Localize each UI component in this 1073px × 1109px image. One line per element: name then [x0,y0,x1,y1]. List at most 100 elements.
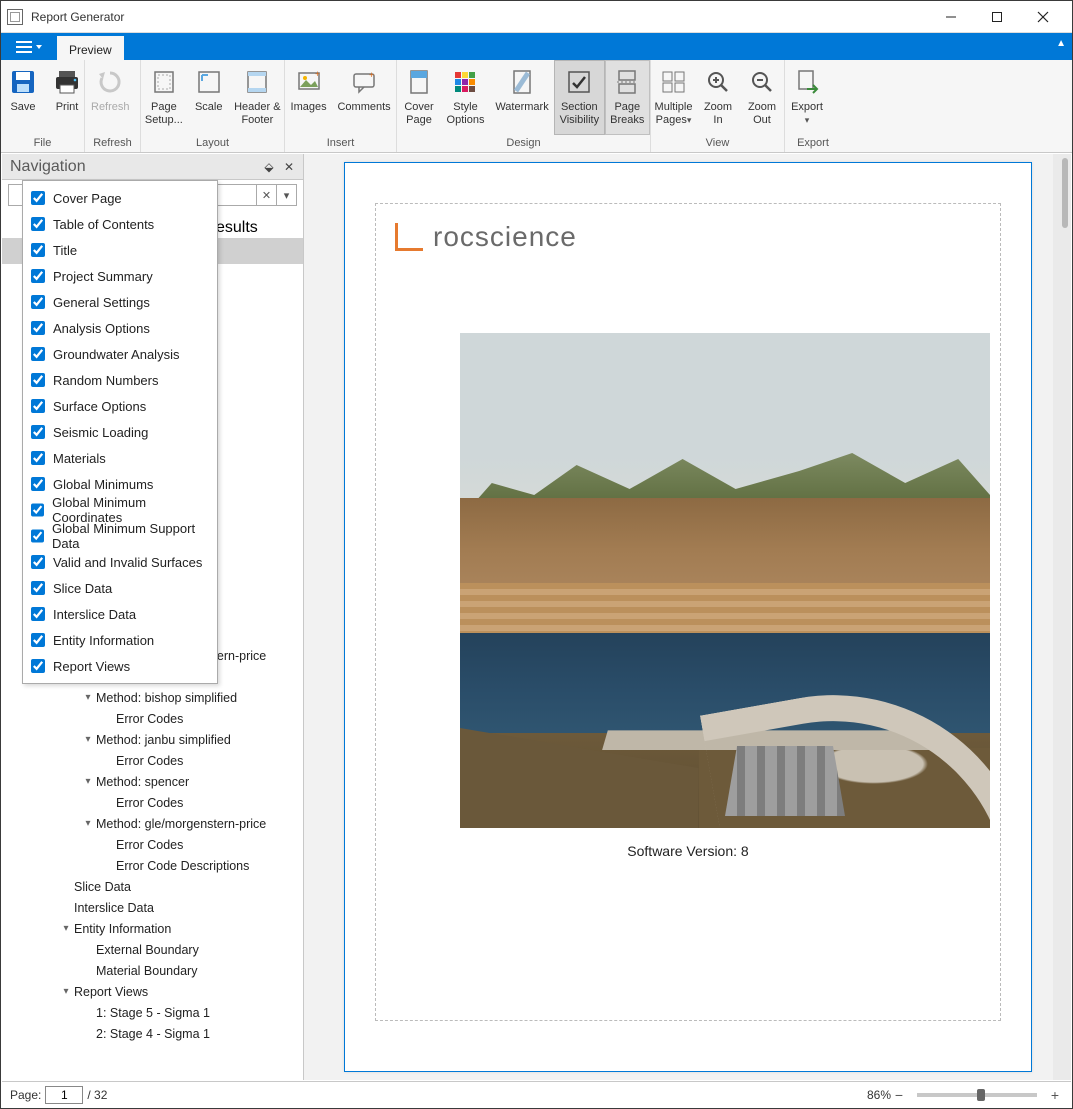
tree-item[interactable]: ▾Report Views [2,981,303,1002]
header-footer-button[interactable]: Header & Footer [231,60,284,135]
page-number-input[interactable] [45,1086,83,1104]
print-button[interactable]: Print [45,60,89,135]
visibility-check-slice-data[interactable]: Slice Data [23,575,217,601]
minimize-button[interactable] [928,2,974,32]
visibility-check-analysis-options[interactable]: Analysis Options [23,315,217,341]
page-setup-button[interactable]: Page Setup... [141,60,187,135]
tree-item[interactable]: ▾Method: bishop simplified [2,687,303,708]
visibility-check-global-minimum-coordinates[interactable]: Global Minimum Coordinates [23,497,217,523]
group-label-insert: Insert [285,135,396,152]
tree-item-label: Error Codes [116,796,183,810]
svg-text:+: + [369,70,374,80]
visibility-check-valid-and-invalid-surfaces[interactable]: Valid and Invalid Surfaces [23,549,217,575]
visibility-check-label: Groundwater Analysis [53,347,179,362]
visibility-check-general-settings[interactable]: General Settings [23,289,217,315]
tree-item[interactable]: 2: Stage 4 - Sigma 1 [2,1023,303,1044]
window-title: Report Generator [31,10,928,24]
checkbox-icon[interactable] [31,451,45,465]
visibility-check-title[interactable]: Title [23,237,217,263]
zoom-plus-button[interactable]: + [1047,1087,1063,1103]
tree-item[interactable]: 1: Stage 5 - Sigma 1 [2,1002,303,1023]
comments-button[interactable]: + Comments [332,60,396,135]
comments-icon: + [349,67,379,97]
tree-item[interactable]: Material Boundary [2,960,303,981]
close-button[interactable] [1020,2,1066,32]
document-scrollbar[interactable] [1053,154,1071,1080]
save-button[interactable]: Save [1,60,45,135]
document-page[interactable]: rocscience Software Version: 8 [344,162,1032,1072]
tree-item[interactable]: Error Codes [2,750,303,771]
visibility-check-groundwater-analysis[interactable]: Groundwater Analysis [23,341,217,367]
group-label-file: File [1,135,84,152]
checkbox-icon[interactable] [31,581,45,595]
watermark-button[interactable]: Watermark [490,60,554,135]
scale-button[interactable]: Scale [187,60,231,135]
visibility-check-materials[interactable]: Materials [23,445,217,471]
tree-item[interactable]: ▾Method: gle/morgenstern-price [2,813,303,834]
maximize-button[interactable] [974,2,1020,32]
ribbon-collapse-button[interactable]: ▲ [1056,38,1066,49]
style-options-button[interactable]: Style Options [441,60,490,135]
page-breaks-button[interactable]: Page Breaks [605,60,650,135]
pin-icon[interactable]: ⬙ [261,159,277,175]
tree-item[interactable]: ▾Method: spencer [2,771,303,792]
zoom-out-button[interactable]: Zoom Out [740,60,784,135]
checkbox-icon[interactable] [31,269,45,283]
tree-item[interactable]: Error Codes [2,792,303,813]
visibility-check-surface-options[interactable]: Surface Options [23,393,217,419]
checkbox-icon[interactable] [31,243,45,257]
tree-item[interactable]: External Boundary [2,939,303,960]
visibility-check-global-minimum-support-data[interactable]: Global Minimum Support Data [23,523,217,549]
checkbox-icon[interactable] [31,373,45,387]
tree-item-label: Error Codes [116,838,183,852]
tree-item[interactable]: Error Code Descriptions [2,855,303,876]
nav-close-icon[interactable]: ✕ [281,159,297,175]
refresh-button: Refresh [85,60,136,135]
checkbox-icon[interactable] [31,529,44,543]
visibility-check-cover-page[interactable]: Cover Page [23,185,217,211]
checkbox-icon[interactable] [31,503,44,517]
nav-search-clear[interactable]: ✕ [257,184,277,206]
app-menu-button[interactable] [1,33,57,60]
visibility-check-table-of-contents[interactable]: Table of Contents [23,211,217,237]
zoom-minus-button[interactable]: − [891,1087,907,1103]
visibility-check-entity-information[interactable]: Entity Information [23,627,217,653]
visibility-check-global-minimums[interactable]: Global Minimums [23,471,217,497]
checkbox-icon[interactable] [31,555,45,569]
tree-item[interactable]: Error Codes [2,834,303,855]
images-button[interactable]: + Images [285,60,332,135]
checkbox-icon[interactable] [31,477,45,491]
tree-item[interactable]: Error Codes [2,708,303,729]
checkbox-icon[interactable] [31,321,45,335]
visibility-check-label: Title [53,243,77,258]
tree-item[interactable]: ▾Entity Information [2,918,303,939]
checkbox-icon[interactable] [31,399,45,413]
visibility-check-interslice-data[interactable]: Interslice Data [23,601,217,627]
tree-item-label: Entity Information [74,922,171,936]
header-footer-icon [242,67,272,97]
visibility-check-project-summary[interactable]: Project Summary [23,263,217,289]
checkbox-icon[interactable] [31,659,45,673]
zoom-in-button[interactable]: Zoom In [696,60,740,135]
tree-item[interactable]: ▾Method: janbu simplified [2,729,303,750]
checkbox-icon[interactable] [31,633,45,647]
checkbox-icon[interactable] [31,217,45,231]
checkbox-icon[interactable] [31,295,45,309]
zoom-slider[interactable] [917,1093,1037,1097]
checkbox-icon[interactable] [31,607,45,621]
tree-item[interactable]: Slice Data [2,876,303,897]
nav-search-dropdown[interactable]: ▾ [277,184,297,206]
checkbox-icon[interactable] [31,425,45,439]
visibility-check-seismic-loading[interactable]: Seismic Loading [23,419,217,445]
section-visibility-button[interactable]: Section Visibility [554,60,605,135]
tab-preview[interactable]: Preview [57,36,124,60]
tree-item[interactable]: Interslice Data [2,897,303,918]
cover-page-button[interactable]: Cover Page [397,60,441,135]
checkbox-icon[interactable] [31,347,45,361]
tree-item-label: 1: Stage 5 - Sigma 1 [96,1006,210,1020]
checkbox-icon[interactable] [31,191,45,205]
multiple-pages-button[interactable]: Multiple Pages▾ [651,60,696,135]
visibility-check-random-numbers[interactable]: Random Numbers [23,367,217,393]
export-button[interactable]: Export▾ [785,60,829,135]
visibility-check-report-views[interactable]: Report Views [23,653,217,679]
